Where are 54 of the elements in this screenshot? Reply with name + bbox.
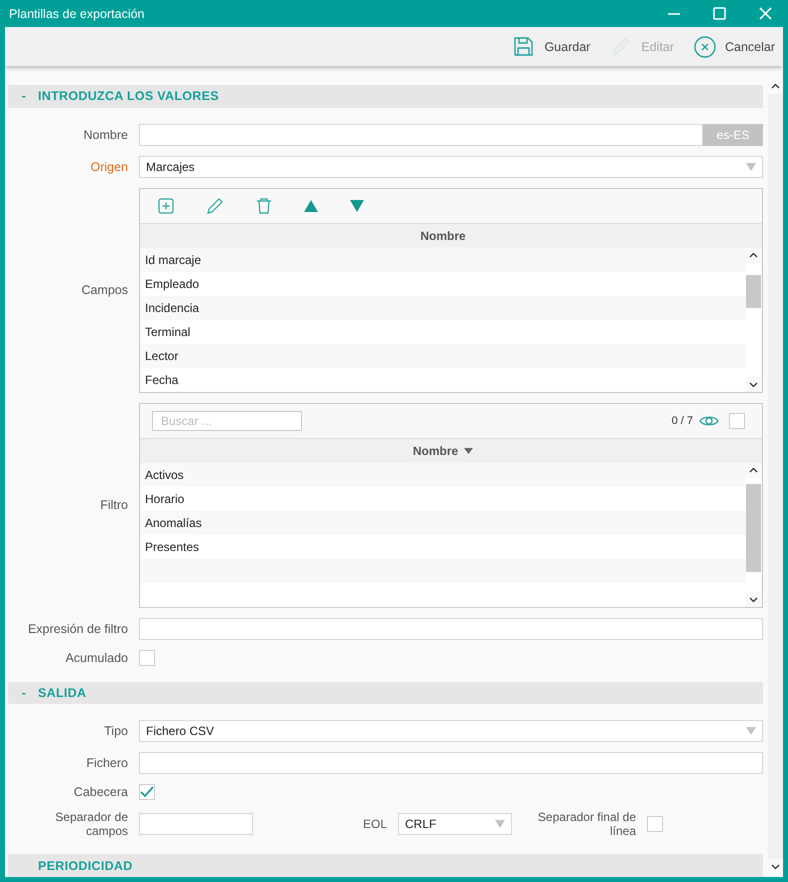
move-down-icon[interactable]: [350, 200, 364, 212]
caret-icon: [746, 162, 756, 171]
text-field[interactable]: [139, 124, 703, 146]
search-field[interactable]: Buscar ...: [152, 410, 302, 431]
trash-icon[interactable]: [256, 197, 272, 214]
scroll-down-icon[interactable]: [749, 594, 758, 604]
table-cell[interactable]: Empleado: [140, 272, 746, 296]
field-label: Origen: [89, 160, 128, 174]
field-label: Expresión de filtro: [26, 622, 128, 636]
add-icon[interactable]: [158, 198, 174, 214]
save-icon: [513, 36, 536, 58]
scroll-down-icon[interactable]: [771, 862, 780, 871]
close-icon[interactable]: [758, 7, 772, 20]
language-tag: es-ES: [703, 124, 763, 146]
dropdown[interactable]: Fichero CSV: [139, 720, 763, 742]
select-all-checkbox[interactable]: [729, 412, 745, 429]
selection-count: 0 / 7: [672, 414, 693, 427]
save-button[interactable]: Guardar: [511, 36, 592, 58]
checkbox[interactable]: [139, 650, 155, 666]
dropdown[interactable]: Marcajes: [139, 156, 763, 178]
sort-caret-icon: [464, 448, 474, 454]
table-cell[interactable]: Terminal: [140, 320, 746, 344]
table-cell[interactable]: Fecha: [140, 368, 746, 392]
pencil-icon[interactable]: [206, 196, 224, 215]
move-up-icon[interactable]: [304, 200, 318, 212]
field-label: Campos: [80, 283, 128, 298]
text-field[interactable]: [139, 813, 253, 836]
checkbox[interactable]: [139, 784, 155, 800]
table-cell[interactable]: Horario: [140, 486, 746, 511]
scroll-up-icon[interactable]: [749, 466, 758, 475]
field-label: Fichero: [85, 756, 128, 770]
field-label: Separador final de línea: [536, 810, 636, 838]
close-icon: [694, 36, 716, 58]
caret-icon: [495, 820, 505, 828]
checkbox[interactable]: [647, 816, 663, 832]
scroll-up-icon[interactable]: [749, 250, 758, 260]
field-label: Nombre: [82, 128, 128, 142]
field-label: EOL: [362, 817, 387, 832]
table-cell[interactable]: Presentes: [140, 534, 746, 559]
field-label: Filtro: [99, 498, 128, 512]
maximize-icon[interactable]: [712, 7, 726, 20]
window-title: Plantillas de exportación: [9, 6, 146, 20]
field-label: Separador de campos: [54, 810, 128, 838]
scroll-down-icon[interactable]: [749, 380, 758, 389]
field-label: Tipo: [103, 724, 128, 738]
eye-icon[interactable]: [699, 414, 719, 428]
caret-icon: [746, 727, 756, 736]
scroll-up-icon[interactable]: [771, 82, 780, 91]
text-field[interactable]: [139, 752, 763, 774]
field-label: Acumulado: [64, 650, 128, 665]
text-field[interactable]: [139, 618, 763, 640]
cancel-button[interactable]: Cancelar: [692, 36, 777, 58]
field-label: Cabecera: [72, 785, 128, 800]
dropdown[interactable]: CRLF: [398, 813, 512, 836]
